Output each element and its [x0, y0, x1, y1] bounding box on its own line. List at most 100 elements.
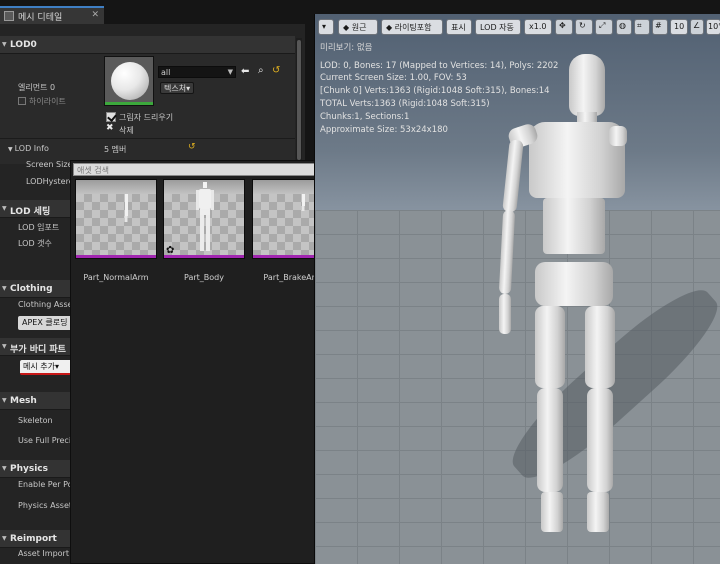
snap-icon: ⌗ — [637, 21, 642, 30]
preview-viewport[interactable]: ▾ ◆ 원근 ◆ 라이팅포함 표시 LOD 자동 x1.0 ✥ ↻ ⤢ ◍ ⌗ … — [314, 14, 720, 564]
use-full-precision-label: Use Full Precis — [18, 436, 70, 445]
lod-info-label[interactable]: ▼ LOD Info — [8, 144, 49, 153]
globe-icon: ◍ — [619, 21, 626, 30]
close-icon[interactable]: ✕ — [91, 10, 99, 20]
collapse-arrow-icon: ▼ — [8, 146, 13, 153]
lod-hysteresis-label: LODHysteresis — [26, 177, 70, 186]
asset-import-label: Asset Import D — [18, 549, 70, 558]
mannequin-left-thigh — [535, 306, 565, 388]
mannequin-right-shoulder — [609, 126, 627, 146]
perspective-button[interactable]: ◆ 원근 — [338, 19, 378, 35]
collapse-arrow-icon: ▼ — [2, 535, 7, 542]
mesh-tab-icon — [4, 11, 14, 21]
mannequin-left-shin — [537, 388, 563, 492]
asset-label: Part_NormalArm — [83, 273, 149, 282]
browse-magnifier-icon[interactable]: ⌕ — [258, 65, 264, 76]
category-lod0[interactable]: ▼ LOD0 — [0, 36, 295, 54]
collapse-arrow-icon: ▼ — [2, 41, 7, 48]
tab-mesh-details[interactable]: 메시 디테일 ✕ — [0, 6, 104, 24]
clothing-assets-label: Clothing Assets — [18, 300, 70, 309]
grid-snap-toggle[interactable]: # — [652, 19, 668, 35]
highlight-checkbox-box[interactable] — [18, 97, 26, 105]
asset-tile-normal-arm[interactable] — [75, 179, 157, 259]
scale-icon: ⤢ — [599, 21, 606, 30]
member-count: 5 멤버 — [104, 145, 127, 154]
use-selected-arrow-icon[interactable]: ⬅ — [241, 66, 249, 77]
lod-count-label: LOD 갯수 — [18, 239, 52, 248]
mannequin-abdomen — [543, 198, 605, 254]
body-preview — [196, 182, 214, 251]
show-button[interactable]: 표시 — [446, 19, 472, 35]
viewport-floor-grid — [315, 210, 720, 564]
playback-speed-button[interactable]: x1.0 — [524, 19, 552, 35]
category-extra-body-parts[interactable]: ▼ 부가 바디 파트 — [0, 338, 72, 356]
mannequin-hand — [499, 294, 511, 334]
screen-size-label: Screen Size — [26, 160, 73, 169]
material-type-bar — [105, 102, 153, 105]
divider — [0, 138, 295, 139]
texture-dropdown-button[interactable]: 텍스처▾ — [160, 82, 194, 94]
viewport-options-button[interactable]: ▾ — [318, 19, 334, 35]
skeleton-label: Skeleton — [18, 416, 53, 425]
grid-size-value[interactable]: 10 — [670, 19, 688, 35]
translate-tool-button[interactable]: ✥ — [555, 19, 573, 35]
perspective-cube-icon: ◆ — [343, 23, 350, 32]
asset-type-bar — [164, 255, 244, 258]
cast-shadow-label: 그림자 드리우기 — [119, 113, 174, 122]
scrollbar-thumb[interactable] — [297, 40, 301, 160]
asset-label: Part_Body — [184, 273, 224, 282]
rotation-snap-value[interactable]: 10° — [706, 19, 720, 35]
viewport-toolbar: ▾ ◆ 원근 ◆ 라이팅포함 표시 LOD 자동 x1.0 ✥ ↻ ⤢ ◍ ⌗ … — [315, 16, 720, 38]
material-sphere — [111, 62, 149, 100]
reset-arrow-icon[interactable]: ↺ — [188, 142, 196, 152]
reset-arrow-icon[interactable]: ↺ — [272, 65, 280, 76]
tab-title: 메시 디테일 — [18, 13, 63, 23]
collapse-arrow-icon: ▼ — [2, 343, 7, 350]
category-clothing[interactable]: ▼ Clothing — [0, 280, 72, 298]
delete-x-icon[interactable]: ✖ — [106, 123, 114, 133]
angle-icon: ∠ — [693, 21, 701, 30]
asset-search-input[interactable]: 애셋 검색 — [73, 163, 335, 176]
category-reimport[interactable]: ▼ Reimport — [0, 530, 72, 548]
material-thumbnail[interactable] — [104, 56, 154, 106]
mannequin-right-shin — [587, 388, 613, 492]
stats-line: Chunks:1, Sections:1 — [320, 112, 410, 122]
arm-preview — [301, 194, 305, 211]
chevron-down-icon: ▼ — [227, 68, 233, 76]
lighting-cube-icon: ◆ — [386, 23, 393, 32]
grid-icon: # — [655, 21, 662, 30]
category-physics[interactable]: ▼ Physics — [0, 460, 72, 478]
rotation-snap-toggle[interactable]: ∠ — [690, 19, 704, 35]
stats-line: TOTAL Verts:1363 (Rigid:1048 Soft:315) — [320, 99, 490, 109]
apex-clothing-button[interactable]: APEX 클로딩 — [18, 316, 72, 330]
preview-label: 미리보기: 없음 — [320, 43, 373, 53]
material-combo[interactable]: all ▼ — [158, 66, 236, 78]
element-label: 엘리먼트 0 — [18, 83, 56, 92]
category-lod-settings[interactable]: ▼ LOD 세팅 — [0, 200, 72, 218]
lod-import-label: LOD 임포트 — [18, 223, 60, 232]
collapse-arrow-icon: ▼ — [2, 205, 7, 212]
scale-tool-button[interactable]: ⤢ — [595, 19, 613, 35]
category-mesh[interactable]: ▼ Mesh — [0, 392, 72, 410]
surface-snap-toggle[interactable]: ⌗ — [634, 19, 650, 35]
asset-picker-popup: 애셋 검색 ✿ Part_NormalArm Part_Body Part_Br… — [70, 160, 348, 564]
stats-line: Approximate Size: 53x24x180 — [320, 125, 448, 135]
arm-preview — [124, 194, 128, 222]
mannequin-pelvis — [535, 262, 613, 306]
mannequin-right-foot — [587, 492, 609, 532]
lod-auto-button[interactable]: LOD 자동 — [475, 19, 521, 35]
stats-line: LOD: 0, Bones: 17 (Mapped to Vertices: 1… — [320, 61, 559, 71]
mannequin-right-thigh — [585, 306, 615, 388]
add-mesh-button[interactable]: 메시 추가▾ — [20, 360, 72, 375]
world-local-toggle[interactable]: ◍ — [616, 19, 632, 35]
rotate-tool-button[interactable]: ↻ — [575, 19, 593, 35]
stats-line: Current Screen Size: 1.00, FOV: 53 — [320, 73, 467, 83]
highlight-checkbox[interactable]: 하이라이트 — [18, 96, 66, 107]
stats-line: [Chunk 0] Verts:1363 (Rigid:1048 Soft:31… — [320, 86, 550, 96]
cast-shadow-checkbox[interactable] — [106, 112, 116, 122]
delete-label[interactable]: 삭제 — [119, 125, 134, 136]
mannequin-head — [569, 54, 605, 116]
enable-per-poly-label: Enable Per Pol — [18, 480, 70, 489]
lighting-mode-button[interactable]: ◆ 라이팅포함 — [381, 19, 443, 35]
asset-tile-body[interactable]: ✿ — [163, 179, 245, 259]
